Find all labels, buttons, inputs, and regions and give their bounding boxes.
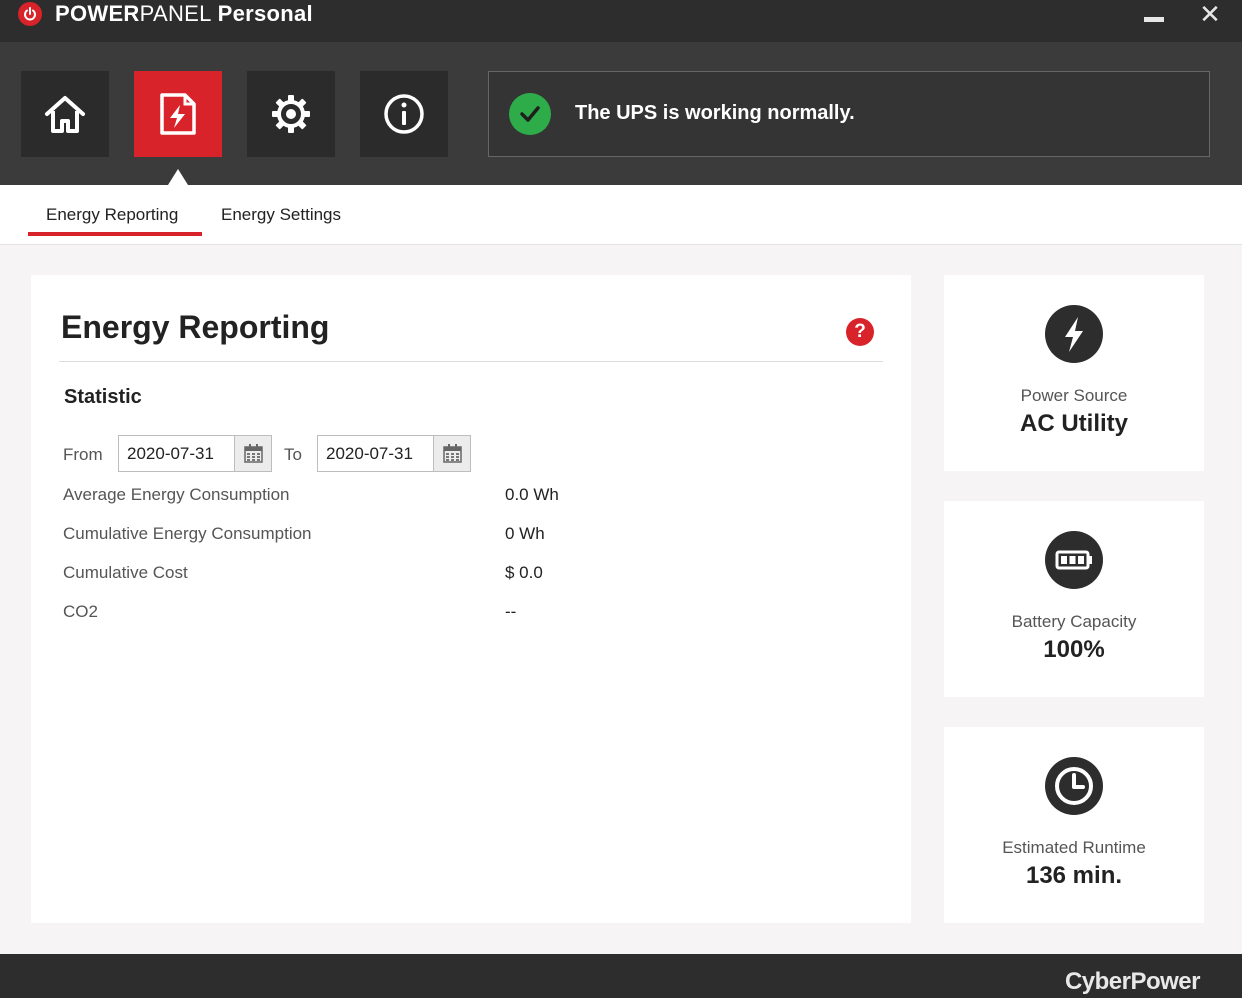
power-source-label: Power Source [1020,386,1128,405]
lightning-bolt-icon [1045,305,1103,363]
checkmark-icon [509,93,551,135]
stat-label: CO2 [63,602,98,621]
from-label: From [63,445,103,464]
home-icon [45,96,85,133]
stat-label: Cumulative Cost [63,563,188,582]
stat-row-average-energy: Average Energy Consumption 0.0 Wh [63,485,863,507]
nav-home-button[interactable] [21,71,109,157]
close-button[interactable]: ✕ [1192,0,1228,30]
stat-row-co2: CO2 -- [63,602,863,624]
nav-info-button[interactable] [360,71,448,157]
calendar-icon [244,444,263,463]
to-date-field[interactable] [317,435,471,472]
tab-energy-reporting[interactable]: Energy Reporting [46,205,178,225]
to-date-input[interactable] [318,436,434,471]
from-date-input[interactable] [119,436,235,471]
statistic-heading: Statistic [64,386,142,408]
gear-icon [272,95,310,133]
minimize-button[interactable] [1136,0,1172,30]
battery-capacity-label: Battery Capacity [1011,612,1137,631]
nav-energy-button[interactable] [134,71,222,157]
ups-status-text: The UPS is working normally. [575,102,855,124]
battery-icon [1045,531,1103,589]
app-title-panel: PANEL [139,1,212,26]
stat-value: $ 0.0 [505,563,543,582]
energy-document-icon [160,93,196,135]
footer: CyberPower [0,954,1242,998]
active-tab-underline [28,232,202,236]
estimated-runtime-card: Estimated Runtime 136 min. [944,727,1204,923]
stat-row-cumulative-cost: Cumulative Cost $ 0.0 [63,563,863,585]
battery-capacity-card: Battery Capacity 100% [944,501,1204,697]
app-title-power: POWER [55,1,140,26]
to-label: To [284,445,302,464]
energy-reporting-panel: Energy Reporting ? Statistic From To [31,275,911,923]
ups-status-box: The UPS is working normally. [488,71,1210,157]
calendar-icon [443,444,462,463]
title-bar: POWERPANEL Personal ✕ [0,0,1242,42]
active-nav-pointer [168,169,188,185]
from-calendar-button[interactable] [234,436,271,471]
panel-title: Energy Reporting [61,309,330,345]
app-title: POWERPANEL Personal [55,1,313,27]
nav-settings-button[interactable] [247,71,335,157]
clock-icon [1045,757,1103,815]
stat-label: Cumulative Energy Consumption [63,524,312,543]
to-calendar-button[interactable] [433,436,470,471]
app-title-personal: Personal [217,1,313,26]
battery-capacity-value: 100% [1043,636,1105,663]
header: The UPS is working normally. [0,42,1242,185]
power-source-value: AC Utility [1020,410,1128,437]
tab-energy-settings[interactable]: Energy Settings [221,205,341,225]
app-logo-icon [18,2,42,26]
estimated-runtime-value: 136 min. [1025,862,1123,889]
stat-label: Average Energy Consumption [63,485,290,504]
stat-value: 0 Wh [505,524,545,543]
stat-value: -- [505,602,517,621]
from-date-field[interactable] [118,435,272,472]
power-source-card: Power Source AC Utility [944,275,1204,471]
help-icon[interactable]: ? [846,318,874,346]
cyberpower-logo: CyberPower [1064,968,1201,995]
tab-bar: Energy Reporting Energy Settings [0,185,1242,245]
panel-divider [59,361,883,362]
minimize-icon [1144,17,1164,22]
estimated-runtime-label: Estimated Runtime [1002,838,1146,857]
info-icon [384,94,424,134]
stat-value: 0.0 Wh [505,485,559,504]
stat-row-cumulative-energy: Cumulative Energy Consumption 0 Wh [63,524,863,546]
